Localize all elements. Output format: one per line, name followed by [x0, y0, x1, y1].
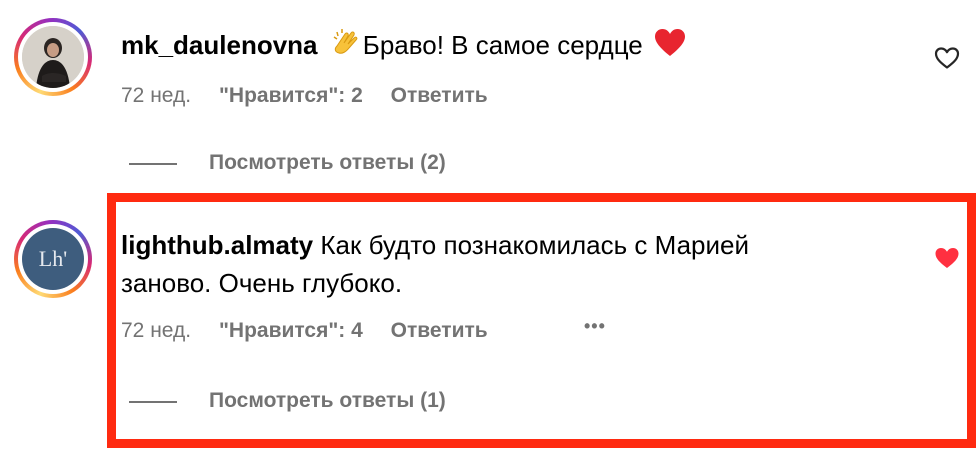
- comment-body-line-1: Как будто познакомилась с Марией: [320, 230, 750, 260]
- clapping-hands-icon: [331, 28, 363, 58]
- comment-body-line-2: заново. Очень глубоко.: [121, 268, 403, 298]
- replies-divider: [129, 163, 177, 165]
- red-heart-icon: [654, 28, 686, 58]
- username[interactable]: mk_daulenovna: [121, 30, 318, 60]
- comment-text: mk_daulenovna Браво! В самое сердце: [121, 26, 686, 64]
- reply-button[interactable]: Ответить: [391, 319, 488, 342]
- comment-time: 72 нед.: [121, 84, 192, 107]
- comment-meta: 72 нед. "Нравится": 2 Ответить: [121, 82, 510, 110]
- avatar-story-ring[interactable]: [14, 18, 92, 96]
- comment-body: Браво! В самое сердце: [362, 30, 643, 60]
- view-replies-button[interactable]: Посмотреть ответы (1): [209, 389, 446, 413]
- avatar-logo-text: Lh': [38, 246, 68, 271]
- more-options-icon[interactable]: •••: [584, 316, 606, 337]
- avatar-story-ring[interactable]: Lh': [14, 220, 92, 298]
- comment-text: lighthub.almaty Как будто познакомилась …: [121, 226, 911, 302]
- replies-divider: [129, 401, 177, 403]
- like-heart-filled-icon[interactable]: [934, 246, 960, 270]
- comment-time: 72 нед.: [121, 319, 192, 342]
- username[interactable]: lighthub.almaty: [121, 230, 313, 260]
- like-count[interactable]: "Нравится": 2: [219, 84, 363, 107]
- comment-line-1: lighthub.almaty Как будто познакомилась …: [121, 226, 911, 264]
- reply-button[interactable]: Ответить: [391, 84, 488, 107]
- comment-meta: 72 нед. "Нравится": 4 Ответить: [121, 317, 510, 345]
- like-count[interactable]: "Нравится": 4: [219, 319, 363, 342]
- view-replies-button[interactable]: Посмотреть ответы (2): [209, 151, 446, 175]
- like-heart-outline-icon[interactable]: [934, 46, 960, 70]
- avatar: [22, 26, 84, 88]
- avatar: Lh': [22, 228, 84, 290]
